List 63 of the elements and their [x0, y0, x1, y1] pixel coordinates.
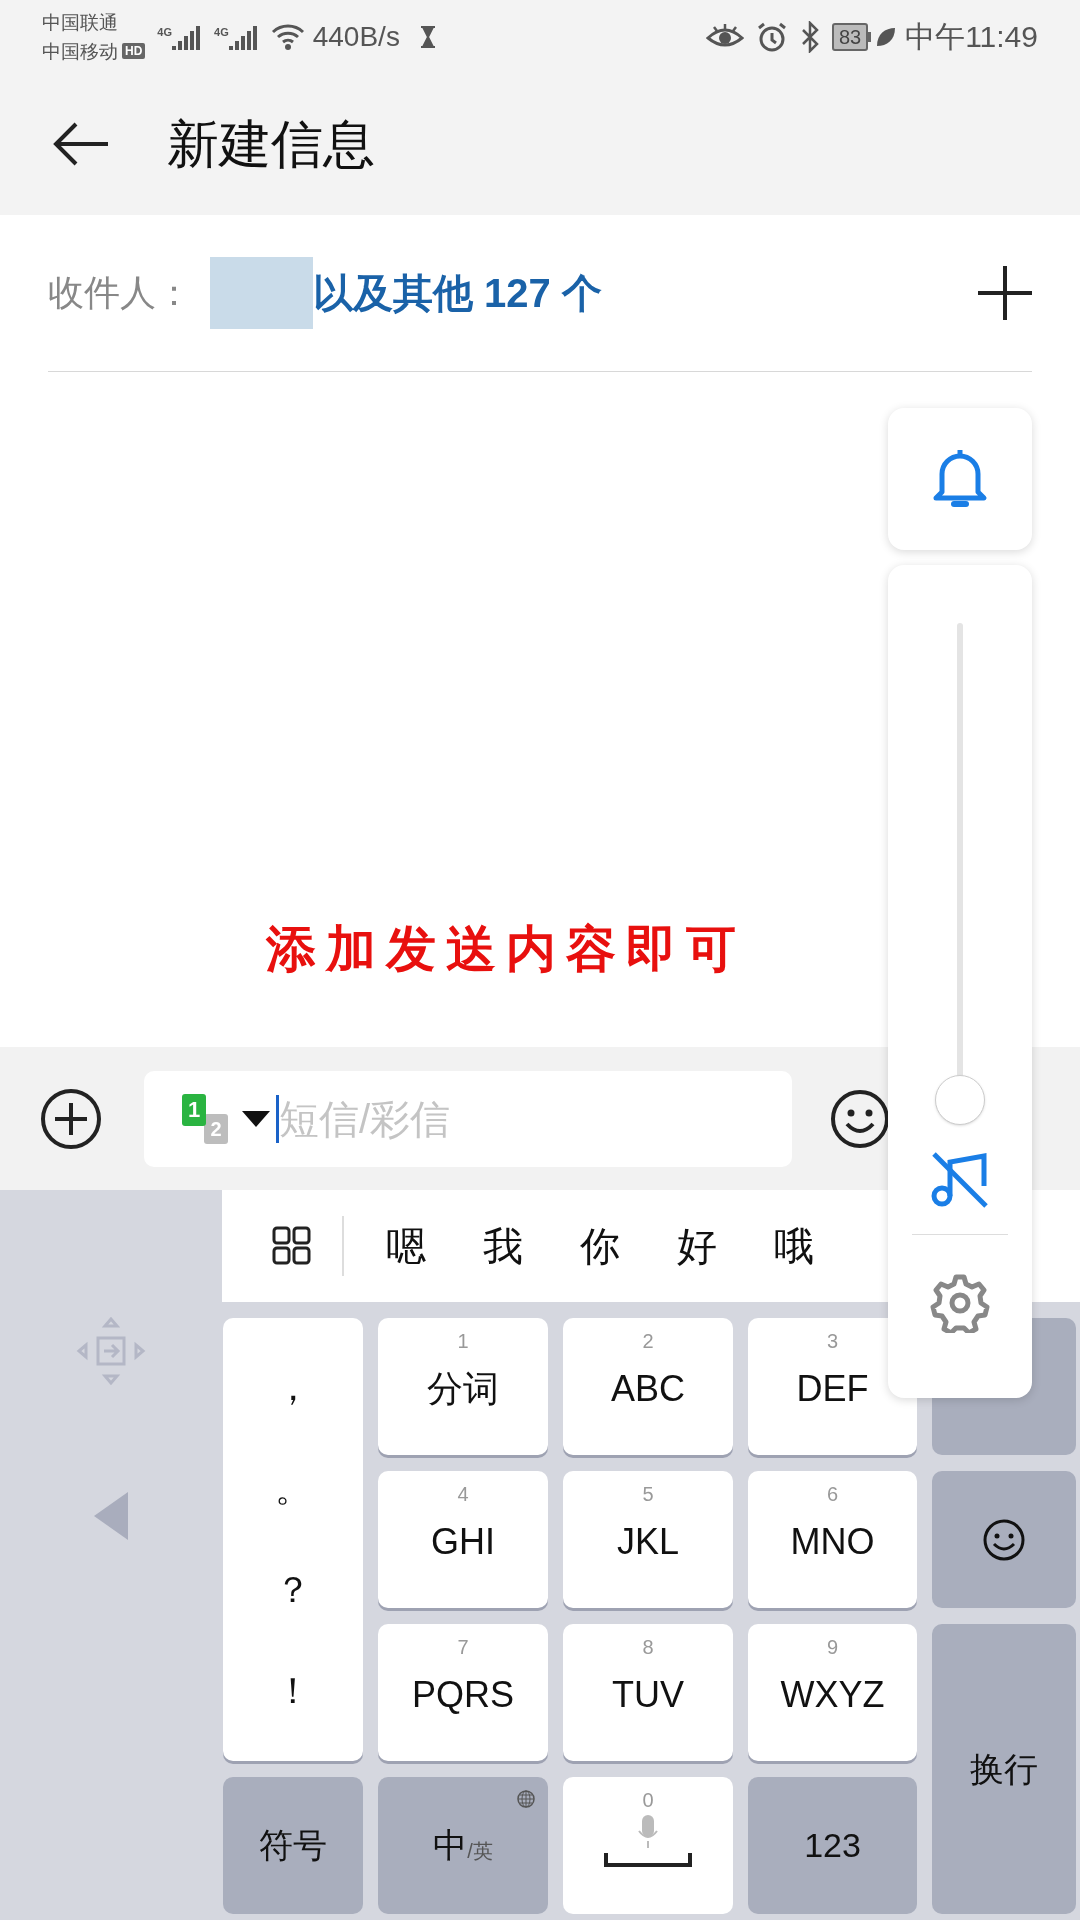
bluetooth-icon — [799, 20, 820, 53]
network-type: 4G — [157, 24, 173, 40]
add-icon[interactable] — [978, 266, 1032, 320]
network-type: 4G — [214, 24, 229, 40]
enter-key[interactable]: 换行 — [932, 1624, 1076, 1914]
candidate-word[interactable]: 好 — [677, 1216, 717, 1276]
smiley-icon — [982, 1517, 1026, 1562]
letter-key[interactable]: 9 WXYZ — [748, 1624, 917, 1761]
music-muted-icon[interactable] — [930, 1150, 990, 1210]
volume-slider-thumb[interactable] — [935, 1075, 985, 1125]
punctuation-mark[interactable]: ？ — [275, 1562, 311, 1617]
space-bar-icon — [604, 1853, 692, 1867]
clock-time: 中午11:49 — [905, 19, 1038, 55]
space-key-number: 0 — [642, 1788, 654, 1813]
grid-menu-icon[interactable] — [272, 1226, 312, 1266]
sim-secondary-badge: 2 — [204, 1113, 228, 1144]
signal-icon — [228, 23, 259, 50]
page-title: 新建信息 — [167, 114, 375, 175]
emoji-key[interactable] — [932, 1471, 1076, 1608]
language-key[interactable]: 中/英 — [378, 1777, 548, 1914]
hint-text: 添加发送内容即可 — [266, 920, 746, 979]
letter-key[interactable]: 7 PQRS — [378, 1624, 548, 1761]
letter-key[interactable]: 3 DEF — [748, 1318, 917, 1455]
candidate-word[interactable]: 我 — [483, 1216, 523, 1276]
language-main: 中 — [433, 1825, 468, 1866]
recipient-label: 收件人： — [48, 271, 192, 315]
battery-indicator: 83 — [831, 22, 869, 51]
signal-icon — [172, 23, 203, 50]
candidate-word[interactable]: 哦 — [774, 1216, 814, 1276]
settings-icon[interactable] — [930, 1273, 990, 1333]
network-speed: 440B/s — [312, 19, 400, 54]
microphone-icon — [638, 1815, 658, 1849]
bell-icon — [932, 448, 988, 510]
hourglass-icon — [419, 25, 436, 48]
candidate-word[interactable]: 嗯 — [386, 1216, 426, 1276]
carrier-name: 中国联通 — [42, 10, 119, 35]
letter-key[interactable]: 6 MNO — [748, 1471, 917, 1608]
punctuation-mark[interactable]: ！ — [275, 1663, 311, 1718]
symbols-key[interactable]: 符号 — [223, 1777, 363, 1914]
add-attachment-icon[interactable] — [40, 1087, 102, 1150]
letter-key[interactable]: 8 TUV — [563, 1624, 733, 1761]
numbers-key[interactable]: 123 — [748, 1777, 917, 1914]
letter-key[interactable]: 5 JKL — [563, 1471, 733, 1608]
leaf-icon — [875, 25, 898, 48]
punctuation-mark[interactable]: ， — [275, 1361, 311, 1416]
carrier-name: 中国移动 — [42, 39, 118, 64]
wifi-icon — [270, 22, 305, 51]
letter-key[interactable]: 4 GHI — [378, 1471, 548, 1608]
hd-badge: HD — [122, 43, 146, 59]
letter-key[interactable]: 1 分词 — [378, 1318, 548, 1455]
volume-slider[interactable] — [934, 623, 986, 1126]
alarm-icon — [755, 20, 788, 53]
recipient-count[interactable]: 以及其他 127 个 — [313, 263, 602, 323]
globe-icon — [516, 1789, 536, 1809]
dropdown-caret-icon[interactable] — [242, 1110, 270, 1127]
emoji-icon[interactable] — [830, 1088, 890, 1149]
letter-key[interactable]: 2 ABC — [563, 1318, 733, 1455]
candidate-word[interactable]: 你 — [580, 1216, 620, 1276]
punctuation-mark[interactable]: 。 — [275, 1462, 311, 1517]
ringer-mode-button[interactable] — [888, 408, 1032, 550]
language-alt: /英 — [467, 1838, 493, 1864]
message-placeholder: 短信/彩信 — [279, 1095, 451, 1143]
punctuation-key[interactable]: ， 。 ？ ！ — [223, 1318, 363, 1761]
